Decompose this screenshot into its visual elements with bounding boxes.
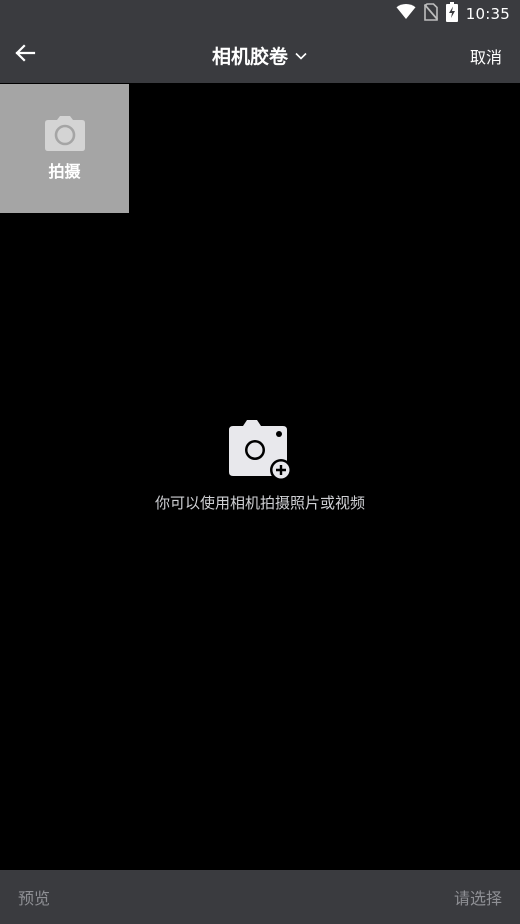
back-button[interactable] — [6, 36, 44, 74]
album-selector[interactable]: 相机胶卷 — [212, 42, 308, 69]
battery-charging-icon — [445, 2, 458, 26]
status-time: 10:35 — [465, 5, 510, 23]
select-button[interactable]: 请选择 — [454, 870, 502, 924]
capture-label: 拍摄 — [48, 161, 81, 181]
empty-state-message: 你可以使用相机拍摄照片或视频 — [154, 494, 365, 512]
preview-button[interactable]: 预览 — [18, 870, 50, 924]
chevron-down-icon — [294, 46, 308, 65]
status-bar: 10:35 — [0, 0, 520, 28]
empty-state: 你可以使用相机拍摄照片或视频 — [0, 420, 520, 513]
page-title: 相机胶卷 — [211, 46, 288, 68]
app-bar: 相机胶卷 取消 — [0, 28, 520, 83]
camera-icon — [44, 115, 86, 156]
no-sim-icon — [423, 3, 438, 25]
bottom-bar: 预览 请选择 — [0, 870, 520, 924]
cancel-button[interactable]: 取消 — [470, 28, 502, 83]
wifi-icon — [396, 4, 416, 24]
camera-roll-screen: 10:35 相机胶卷 取消 拍摄 你可以使用相机拍摄照片或视频 预览 请选择 — [0, 0, 520, 924]
camera-add-icon — [227, 420, 293, 486]
status-icons: 10:35 — [396, 2, 510, 26]
arrow-left-icon — [13, 41, 37, 69]
title-area: 相机胶卷 — [0, 28, 520, 83]
capture-tile[interactable]: 拍摄 — [0, 84, 129, 213]
